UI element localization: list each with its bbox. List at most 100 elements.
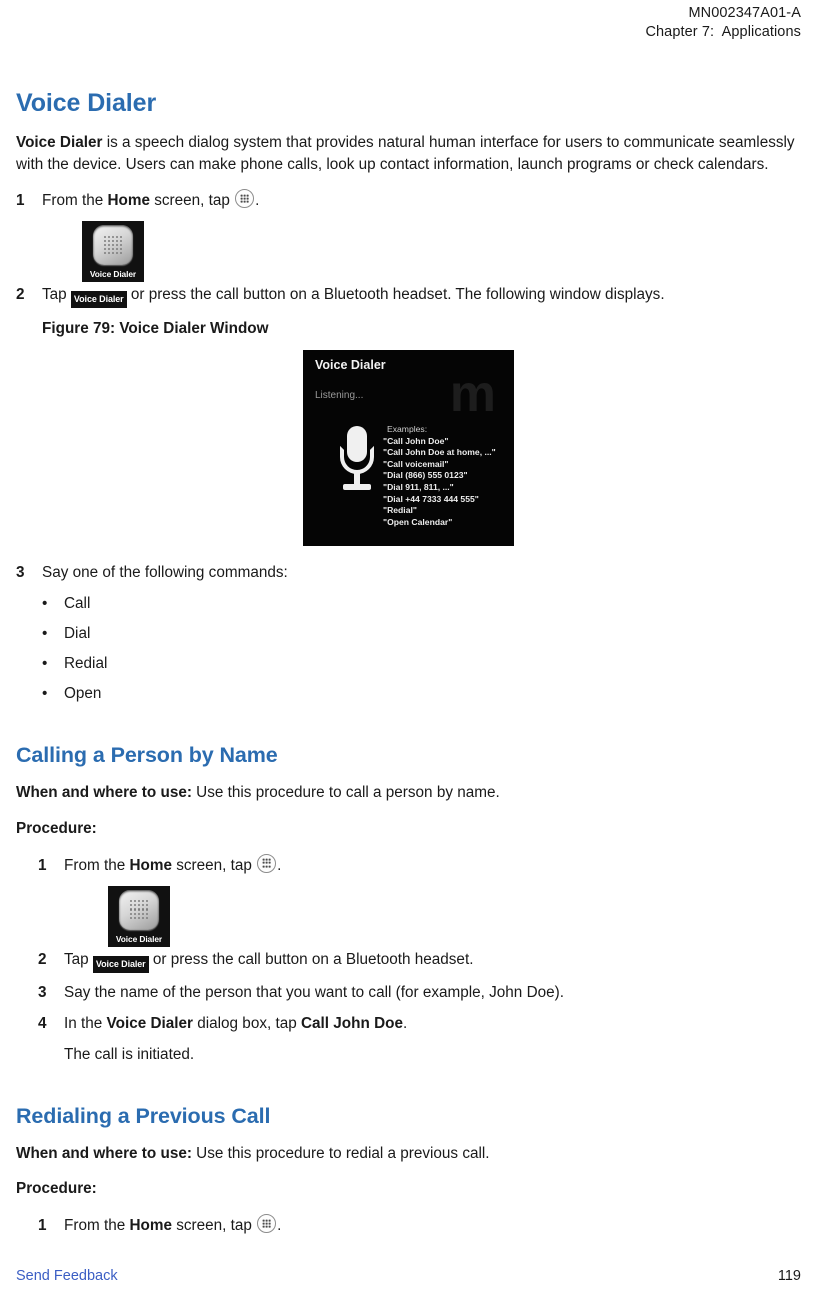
step-number: 3 <box>16 564 25 581</box>
step-text: Tap Voice Dialer or press the call butto… <box>64 949 801 973</box>
step-text-post: screen, tap <box>149 192 235 209</box>
step-text-post: or press the call button on a Bluetooth … <box>126 286 665 303</box>
microphone-icon <box>337 426 377 494</box>
list-item: • Call <box>16 593 801 615</box>
mic-grille-icon <box>119 889 159 930</box>
step-result-text: The call is initiated. <box>64 1045 195 1063</box>
background-watermark-logo: m <box>449 365 498 423</box>
step-2: 2 Tap Voice Dialer or press the call but… <box>16 284 801 308</box>
step-number: 2 <box>38 950 47 968</box>
step-text: Tap Voice Dialer or press the call butto… <box>42 284 801 308</box>
example-line: "Call John Doe at home, ..." <box>383 447 496 458</box>
example-line: "Dial +44 7333 444 555" <box>383 493 479 504</box>
voice-dialer-window-screenshot: m Voice Dialer Listening... Examples: "C… <box>303 350 514 546</box>
page-number: 119 <box>777 1268 801 1284</box>
step-text-pre: Tap <box>42 286 71 303</box>
step-2: 2 Tap Voice Dialer or press the call but… <box>16 949 801 973</box>
step-number: 2 <box>16 286 25 303</box>
examples-heading: Examples: <box>387 424 428 434</box>
command-label: Open <box>64 685 102 702</box>
listening-status: Listening... <box>315 390 364 401</box>
step-number: 1 <box>16 192 25 209</box>
step-1: 1 From the Home screen, tap . <box>16 1214 801 1237</box>
step-text-bold-action: Call John Doe <box>301 1014 403 1032</box>
step-text-bold: Home <box>129 856 172 874</box>
bullet-dot-icon: • <box>42 625 48 642</box>
bullet-dot-icon: • <box>42 655 48 672</box>
figure-voice-dialer-window: m Voice Dialer Listening... Examples: "C… <box>16 350 801 546</box>
example-line: "Dial (866) 555 0123" <box>383 470 468 481</box>
bullet-dot-icon: • <box>42 595 48 612</box>
examples-list: Examples: "Call John Doe" "Call John Doe… <box>383 424 496 528</box>
step-text-post: screen, tap <box>171 856 257 874</box>
command-label: Dial <box>64 625 91 642</box>
command-label: Redial <box>64 655 108 672</box>
mic-grille-icon <box>93 225 133 265</box>
page-footer: Send Feedback 119 <box>16 1268 801 1284</box>
heading-redialing-a-previous-call: Redialing a Previous Call <box>16 1103 271 1128</box>
voice-dialer-inline-tile[interactable]: Voice Dialer <box>92 955 149 973</box>
step-text-pre: In the <box>64 1014 107 1032</box>
step-number: 1 <box>38 1217 47 1234</box>
procedure-label: Procedure: <box>16 1180 97 1197</box>
voice-dialer-intro: Voice Dialer is a speech dialog system t… <box>16 132 801 175</box>
redialing-lead: When and where to use: Use this procedur… <box>16 1143 801 1165</box>
app-drawer-icon <box>235 189 255 208</box>
grille-dots <box>103 235 123 255</box>
voice-dialer-steps: 1 From the Home screen, tap . Voice Dial… <box>16 189 801 308</box>
list-item: • Redial <box>16 653 801 675</box>
step-text: Say one of the following commands: <box>42 564 288 581</box>
step-text-pre: From the <box>64 856 130 874</box>
header-chapter: Chapter 7: Applications <box>645 24 801 40</box>
step-text-bold: Home <box>107 192 150 209</box>
example-line: "Call John Doe" <box>383 435 449 446</box>
step-number: 4 <box>38 1014 47 1032</box>
when-and-where-text: Use this procedure to redial a previous … <box>191 1144 490 1162</box>
step-1: 1 From the Home screen, tap . <box>16 853 801 877</box>
commands-bullet-list: • Call • Dial • Redial • Open <box>16 593 801 705</box>
heading-voice-dialer: Voice Dialer <box>16 89 157 117</box>
calling-lead: When and where to use: Use this procedur… <box>16 782 801 804</box>
example-line: "Open Calendar" <box>383 516 453 527</box>
app-icon-label: Voice Dialer <box>115 933 163 944</box>
step-text-mid: dialog box, tap <box>192 1014 301 1032</box>
step-text-pre: Tap <box>64 950 93 968</box>
step-text-pre: From the <box>64 1217 130 1234</box>
when-and-where-label: When and where to use: <box>16 784 192 801</box>
step-4: 4 In the Voice Dialer dialog box, tap Ca… <box>16 1013 801 1035</box>
step-text-pre: From the <box>42 192 108 209</box>
example-line: "Call voicemail" <box>383 458 449 469</box>
voice-dialer-inline-tile[interactable]: Voice Dialer <box>70 291 127 308</box>
step-3: 3 Say one of the following commands: <box>16 562 801 584</box>
voice-dialer-app-icon[interactable]: Voice Dialer <box>108 885 170 947</box>
step-number: 1 <box>38 856 47 874</box>
step-text-bold: Home <box>129 1217 172 1234</box>
list-item: • Dial <box>16 623 801 645</box>
step-text: In the Voice Dialer dialog box, tap Call… <box>64 1013 801 1035</box>
step-3: 3 Say the name of the person that you wa… <box>16 982 801 1004</box>
example-line: "Redial" <box>383 505 417 516</box>
example-line: "Dial 911, 811, ..." <box>383 481 454 492</box>
bullet-dot-icon: • <box>42 685 48 702</box>
step-text-bold-dialog: Voice Dialer <box>106 1014 193 1032</box>
header-doc-number: MN002347A01-A <box>688 5 801 21</box>
app-icon-label: Voice Dialer <box>89 269 137 279</box>
command-label: Call <box>64 595 91 612</box>
mic-grille-area <box>108 886 170 934</box>
step-text-post: screen, tap <box>171 1217 257 1234</box>
send-feedback-link[interactable]: Send Feedback <box>16 1268 118 1284</box>
step-number: 3 <box>38 983 47 1001</box>
figure-caption: Figure 79: Voice Dialer Window <box>42 320 269 337</box>
heading-calling-a-person-by-name: Calling a Person by Name <box>16 743 278 767</box>
procedure-label: Procedure: <box>16 819 97 837</box>
voice-dialer-app-icon[interactable]: Voice Dialer <box>82 221 144 282</box>
step-1: 1 From the Home screen, tap . <box>16 189 801 212</box>
when-and-where-label: When and where to use: <box>16 1144 192 1162</box>
document-page: MN002347A01-A Chapter 7: Applications Vo… <box>0 0 817 1298</box>
intro-text: is a speech dialog system that provides … <box>16 134 795 173</box>
step-text: From the Home screen, tap . <box>42 189 801 212</box>
intro-bold-term: Voice Dialer <box>16 134 103 151</box>
mic-grille-area <box>82 221 144 269</box>
voice-dialer-app-tile-block: Voice Dialer <box>16 885 801 947</box>
grille-dots <box>129 900 149 919</box>
